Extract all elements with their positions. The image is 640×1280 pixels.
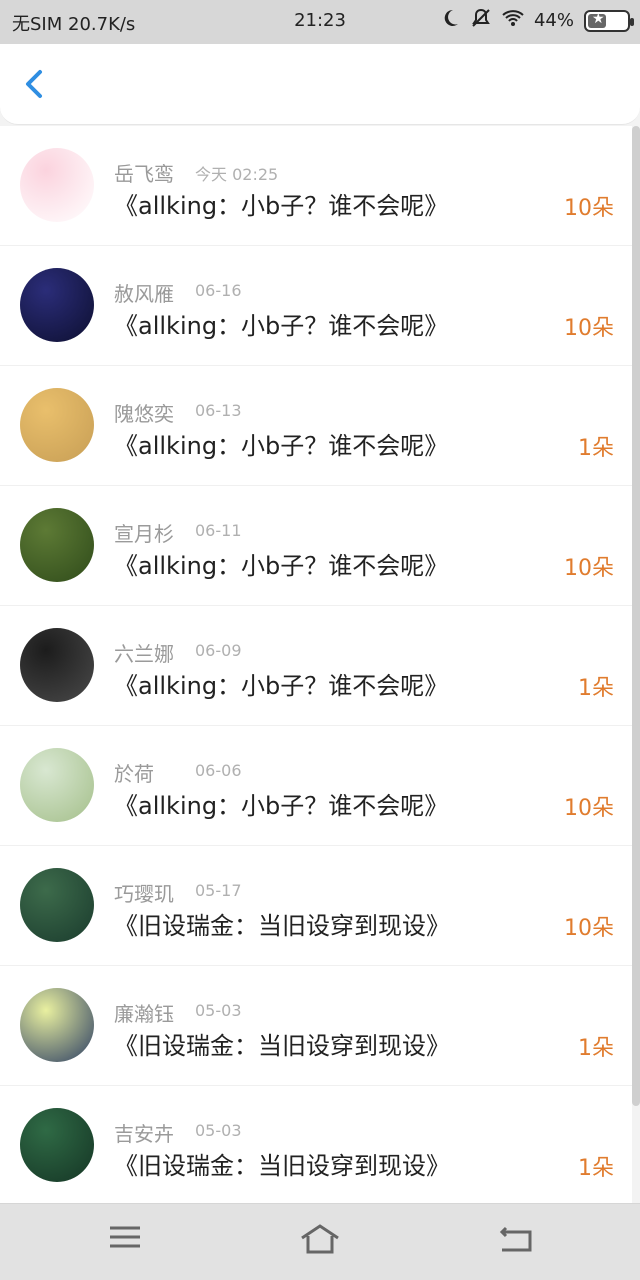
avatar[interactable]: [20, 748, 94, 822]
user-name: 隗悠奕: [114, 402, 174, 426]
list-item[interactable]: 赦风雁 06-16 《allking：小b子？谁不会呢》 10朵: [0, 246, 632, 366]
star-icon: ★: [592, 10, 605, 27]
list-item[interactable]: 宣月杉 06-11 《allking：小b子？谁不会呢》 10朵: [0, 486, 632, 606]
timestamp: 今天 02:25: [195, 165, 279, 184]
home-icon[interactable]: [298, 1222, 342, 1262]
avatar[interactable]: [20, 388, 94, 462]
book-title[interactable]: 《allking：小b子？谁不会呢》: [114, 186, 448, 221]
gift-amount: 10朵: [564, 796, 614, 821]
list-item[interactable]: 廉瀚钰 05-03 《旧设瑞金：当旧设穿到现设》 1朵: [0, 966, 632, 1086]
user-name: 於荷: [114, 762, 154, 786]
battery-percent: 44%: [533, 10, 574, 31]
back-icon[interactable]: [496, 1222, 540, 1262]
gift-amount: 10朵: [564, 556, 614, 581]
user-name: 巧璎玑: [114, 882, 174, 906]
status-icons: 44% ★: [440, 8, 634, 33]
list-item[interactable]: 岳飞鸾 今天 02:25 《allking：小b子？谁不会呢》 10朵: [0, 126, 632, 246]
bell-muted-icon: [470, 8, 492, 33]
book-title[interactable]: 《allking：小b子？谁不会呢》: [114, 786, 448, 821]
timestamp: 06-11: [195, 521, 242, 540]
book-title[interactable]: 《旧设瑞金：当旧设穿到现设》: [114, 1026, 450, 1061]
timestamp: 06-16: [195, 281, 242, 300]
book-title[interactable]: 《allking：小b子？谁不会呢》: [114, 666, 448, 701]
timestamp: 05-17: [195, 881, 242, 900]
timestamp: 06-09: [195, 641, 242, 660]
avatar[interactable]: [20, 268, 94, 342]
menu-icon[interactable]: [106, 1222, 150, 1262]
book-title[interactable]: 《allking：小b子？谁不会呢》: [114, 426, 448, 461]
header: [0, 44, 640, 125]
book-title[interactable]: 《旧设瑞金：当旧设穿到现设》: [114, 906, 450, 941]
list-item[interactable]: 巧璎玑 05-17 《旧设瑞金：当旧设穿到现设》 10朵: [0, 846, 632, 966]
gift-amount: 10朵: [564, 196, 614, 221]
user-name: 廉瀚钰: [114, 1002, 174, 1026]
timestamp: 06-13: [195, 401, 242, 420]
avatar[interactable]: [20, 868, 94, 942]
gift-amount: 1朵: [578, 676, 614, 701]
list-item[interactable]: 隗悠奕 06-13 《allking：小b子？谁不会呢》 1朵: [0, 366, 632, 486]
status-bar: 无SIM 20.7K/s 21:23 44% ★: [0, 0, 640, 44]
timestamp: 05-03: [195, 1001, 242, 1020]
bottom-navigation: [0, 1203, 640, 1280]
timestamp: 06-06: [195, 761, 242, 780]
gift-amount: 10朵: [564, 316, 614, 341]
book-title[interactable]: 《旧设瑞金：当旧设穿到现设》: [114, 1146, 450, 1181]
user-name: 六兰娜: [114, 642, 174, 666]
gift-amount: 1朵: [578, 436, 614, 461]
list-item[interactable]: 六兰娜 06-09 《allking：小b子？谁不会呢》 1朵: [0, 606, 632, 726]
gift-amount: 1朵: [578, 1036, 614, 1061]
timestamp: 05-03: [195, 1121, 242, 1140]
user-name: 赦风雁: [114, 282, 174, 306]
avatar[interactable]: [20, 628, 94, 702]
chevron-left-icon[interactable]: [18, 66, 54, 102]
list-item[interactable]: 於荷 06-06 《allking：小b子？谁不会呢》 10朵: [0, 726, 632, 846]
book-title[interactable]: 《allking：小b子？谁不会呢》: [114, 306, 448, 341]
user-name: 宣月杉: [114, 522, 174, 546]
gift-list: 岳飞鸾 今天 02:25 《allking：小b子？谁不会呢》 10朵 赦风雁 06-16…: [0, 126, 632, 1206]
gift-amount: 1朵: [578, 1156, 614, 1181]
wifi-icon: [502, 9, 524, 32]
scrollbar[interactable]: [632, 126, 640, 1106]
gift-amount: 10朵: [564, 916, 614, 941]
avatar[interactable]: [20, 988, 94, 1062]
battery-icon: ★: [584, 9, 634, 32]
avatar[interactable]: [20, 1108, 94, 1182]
avatar[interactable]: [20, 508, 94, 582]
book-title[interactable]: 《allking：小b子？谁不会呢》: [114, 546, 448, 581]
user-name: 岳飞鸾: [114, 162, 174, 186]
list-item[interactable]: 吉安卉 05-03 《旧设瑞金：当旧设穿到现设》 1朵: [0, 1086, 632, 1206]
moon-icon: [440, 8, 460, 33]
avatar[interactable]: [20, 148, 94, 222]
user-name: 吉安卉: [114, 1122, 174, 1146]
